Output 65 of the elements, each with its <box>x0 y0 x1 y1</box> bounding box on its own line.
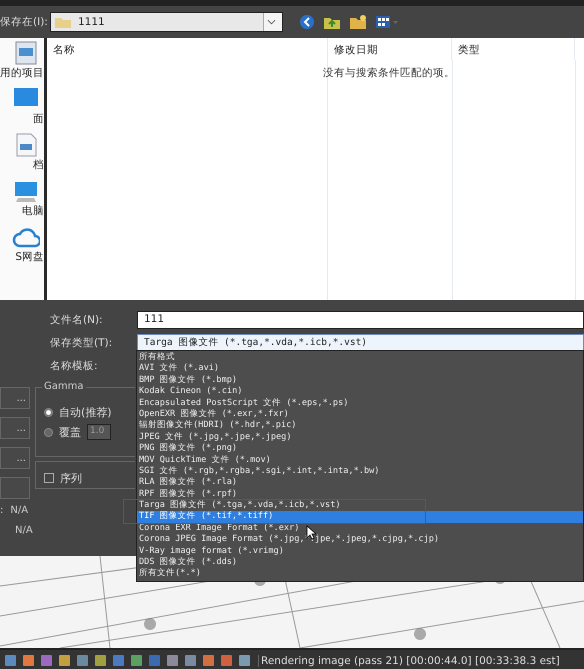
back-icon[interactable] <box>299 14 315 30</box>
checkbox[interactable] <box>44 473 54 483</box>
file-type-option[interactable]: Corona JPEG Image Format (*.jpg,*.jpe,*.jpeg,*.cjpg,*.cjp) <box>137 534 442 546</box>
group-title: Gamma <box>42 381 86 392</box>
file-type-option[interactable]: BMP 图像文件 (*.bmp) <box>137 374 240 386</box>
toolbar-tool-icon[interactable] <box>166 654 179 667</box>
toolbar-tool-icon[interactable] <box>94 654 107 667</box>
checkbox-label: 序列 <box>60 470 82 486</box>
file-type-option[interactable]: Corona EXR Image Format (*.exr) <box>137 522 302 534</box>
status-message: Rendering image (pass 21) [00:00:44.0] [00:33:38.3 est] <box>258 654 560 666</box>
file-type-option[interactable]: Kodak Cineon (*.cin) <box>137 386 244 398</box>
save-type-label: 保存类型(T): <box>49 336 114 350</box>
place-item[interactable]: S网盘 <box>15 250 44 264</box>
toolbar-tool-icon[interactable] <box>148 654 161 667</box>
file-name-field[interactable]: 111 <box>137 310 584 328</box>
save-type-dropdown[interactable]: Targa 图像文件 (*.tga,*.vda,*.icb,*.vst) <box>137 334 584 352</box>
info-value: N/A <box>10 504 28 516</box>
file-type-option[interactable]: DDS 图像文件 (*.dds) <box>137 557 240 568</box>
file-type-option[interactable]: RLA 图像文件 (*.rla) <box>137 477 240 489</box>
file-name-label: 文件名(N): <box>49 312 104 326</box>
toolbar-tool-icon[interactable] <box>22 654 35 667</box>
save-in-label: 保存在(I): <box>0 15 49 29</box>
place-item[interactable]: 用的项目 <box>0 66 44 80</box>
empty-message: 没有与搜索条件匹配的项。 <box>323 66 455 80</box>
toolbar-tool-icon[interactable] <box>202 654 215 667</box>
file-type-option[interactable]: JPEG 文件 (*.jpg,*.jpe,*.jpeg) <box>137 432 294 444</box>
file-type-option[interactable]: 辐射图像文件(HDRI) (*.hdr,*.pic) <box>137 420 298 432</box>
toolbar-tool-icon[interactable] <box>238 654 251 667</box>
file-type-option[interactable]: RPF 图像文件 (*.rpf) <box>137 488 240 500</box>
file-type-option[interactable]: Targa 图像文件 (*.tga,*.vda,*.icb,*.vst) <box>137 500 343 512</box>
browse-button[interactable]: ... <box>0 447 30 469</box>
info-value: N/A <box>15 524 33 536</box>
toolbar-tool-icon[interactable] <box>112 654 125 667</box>
view-menu-icon[interactable] <box>375 14 399 30</box>
place-item[interactable]: 档 <box>33 158 44 172</box>
toolbar-tool-icon[interactable] <box>76 654 89 667</box>
browse-button[interactable]: ... <box>0 387 30 409</box>
toolbar-tool-icon[interactable] <box>40 654 53 667</box>
radio-label: 覆盖 <box>59 424 81 440</box>
toolbar-tool-icon[interactable] <box>58 654 71 667</box>
toolbar-tool-icon[interactable] <box>220 654 233 667</box>
file-type-option[interactable]: PNG 图像文件 (*.png) <box>137 443 240 455</box>
place-item[interactable]: 电脑 <box>22 204 44 218</box>
name-template-label: 名称模板: <box>49 358 99 372</box>
browse-button[interactable]: ... <box>0 417 30 439</box>
place-item[interactable]: 面 <box>33 112 44 126</box>
file-type-option[interactable]: SGI 文件 (*.rgb,*.rgba,*.sgi,*.int,*.inta,*.bw) <box>137 466 382 478</box>
file-type-option[interactable]: V-Ray image format (*.vrimg) <box>137 546 286 558</box>
radio-button[interactable] <box>44 428 53 436</box>
file-type-option[interactable]: Encapsulated PostScript 文件 (*.eps,*.ps) <box>137 398 350 409</box>
info-label: : <box>0 504 4 516</box>
chevron-down-icon[interactable] <box>267 19 276 25</box>
save-in-dropdown[interactable]: 1111 <box>50 12 283 32</box>
new-folder-icon[interactable] <box>349 14 367 30</box>
file-type-option[interactable]: OpenEXR 图像文件 (*.exr,*.fxr) <box>137 408 291 420</box>
toolbar-tool-icon[interactable] <box>130 654 143 667</box>
radio-label: 自动(推荐) <box>59 404 112 420</box>
file-type-option[interactable]: AVI 文件 (*.avi) <box>137 363 222 375</box>
toolbar-tool-icon[interactable] <box>184 654 197 667</box>
file-type-option[interactable]: 所有文件(*.*) <box>137 568 203 580</box>
toolbar-tool-icon[interactable] <box>4 654 17 667</box>
radio-button[interactable] <box>44 408 53 416</box>
file-type-option[interactable]: 所有格式 <box>137 352 177 364</box>
file-type-option[interactable]: MOV QuickTime 文件 (*.mov) <box>137 454 273 466</box>
file-type-option[interactable]: TIF 图像文件 (*.tif,*.tiff) <box>137 511 583 523</box>
